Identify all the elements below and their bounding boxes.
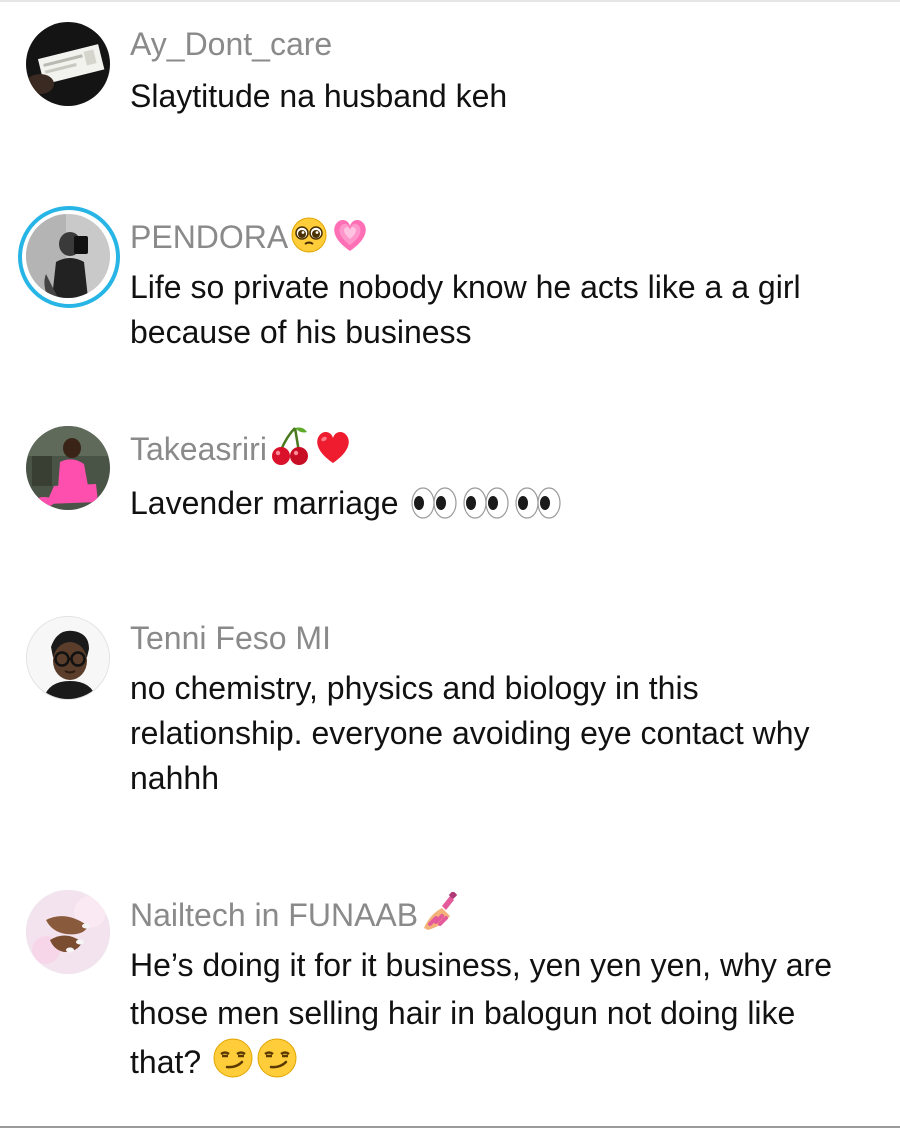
growing-heart-emoji-icon — [330, 216, 370, 254]
comment-text: Slaytitude na husband keh — [130, 78, 508, 114]
comment-text: He’s doing it for it business, yen yen y… — [130, 941, 870, 1086]
avatar[interactable] — [26, 616, 110, 700]
comment-text: Life so private nobody know he acts like… — [130, 269, 801, 350]
username-text[interactable]: Ay_Dont_care — [130, 26, 332, 62]
comment-text: Lavender marriage — [130, 481, 870, 526]
pleading-face-emoji-icon — [290, 216, 328, 254]
comment-username[interactable]: Ay_Dont_care — [130, 24, 332, 64]
smirking-face-emoji-icon — [256, 1037, 298, 1079]
cherries-emoji-icon — [269, 426, 311, 466]
eyes-emoji-icon — [461, 486, 511, 520]
eyes-emoji-icon — [409, 486, 459, 520]
username-text[interactable]: PENDORA — [130, 219, 288, 255]
comment-text: no chemistry, physics and biology in thi… — [130, 670, 810, 796]
comment-username[interactable]: Tenni Feso MI — [130, 618, 331, 658]
avatar-glasses-illustration-icon — [27, 617, 109, 699]
avatar[interactable] — [26, 22, 110, 106]
red-heart-emoji-icon — [313, 428, 353, 466]
username-text[interactable]: Nailtech in FUNAAB — [130, 897, 418, 933]
username-text[interactable]: Tenni Feso MI — [130, 620, 331, 656]
username-text[interactable]: Takeasriri — [130, 431, 267, 467]
avatar[interactable] — [18, 206, 120, 308]
comment-username[interactable]: PENDORA — [130, 216, 370, 257]
avatar-ticket-photo-icon — [26, 22, 110, 106]
avatar[interactable] — [26, 890, 110, 974]
avatar[interactable] — [26, 426, 110, 510]
nail-polish-emoji-icon — [420, 892, 462, 932]
top-divider — [0, 0, 900, 2]
avatar-nails-photo-icon — [26, 890, 110, 974]
comment-username[interactable]: Takeasriri — [130, 426, 353, 469]
comment-username[interactable]: Nailtech in FUNAAB — [130, 892, 462, 935]
smirking-face-emoji-icon — [212, 1037, 254, 1079]
comment-text-body: Lavender marriage — [130, 485, 399, 521]
avatar-pink-outfit-icon — [26, 426, 110, 510]
eyes-emoji-icon — [513, 486, 563, 520]
avatar-mirror-selfie-icon — [26, 214, 110, 298]
